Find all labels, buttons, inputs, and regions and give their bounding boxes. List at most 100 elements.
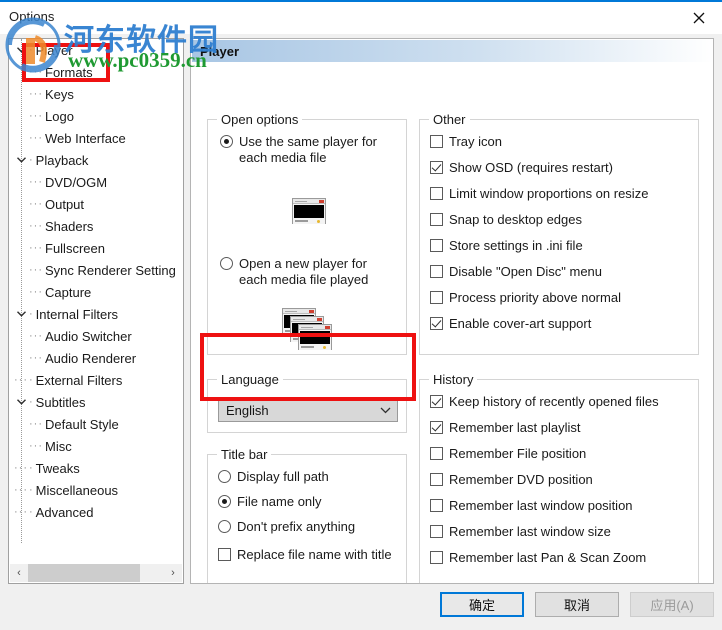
tree-item-external-filters[interactable]: ··· · External Filters [9, 369, 183, 391]
tree-connector: ··· [29, 440, 43, 452]
checkbox-indicator[interactable] [430, 447, 443, 460]
checkbox-indicator[interactable] [430, 291, 443, 304]
tree-item-output[interactable]: ··· Output [9, 193, 183, 215]
checkbox-indicator[interactable] [430, 187, 443, 200]
checkbox-indicator[interactable] [430, 395, 443, 408]
tree-item-formats[interactable]: ··· Formats [9, 61, 183, 83]
tree-item-dvd-ogm[interactable]: ··· DVD/OGM [9, 171, 183, 193]
radio-don-t-prefix-anything[interactable]: Don't prefix anything [218, 519, 398, 535]
checkbox-remember-file-position[interactable]: Remember File position [430, 446, 692, 462]
radio-indicator[interactable] [218, 520, 231, 533]
radio-open-new-player[interactable]: Open a new player for each media file pl… [220, 256, 398, 288]
checkbox-indicator[interactable] [430, 421, 443, 434]
tree-item-advanced[interactable]: ··· · Advanced [9, 501, 183, 523]
tree-connector: ··· [29, 66, 43, 78]
checkbox-label: Limit window proportions on resize [449, 186, 649, 201]
checkbox-remember-last-window-position[interactable]: Remember last window position [430, 498, 692, 514]
checkbox-show-osd-requires-restart[interactable]: Show OSD (requires restart) [430, 160, 692, 176]
checkbox-indicator[interactable] [430, 317, 443, 330]
tree-item-shaders[interactable]: ··· Shaders [9, 215, 183, 237]
window-title: Options [9, 9, 55, 24]
tree-item-sync-renderer-setting[interactable]: ··· Sync Renderer Setting [9, 259, 183, 281]
tree-item-list: · Player ··· Formats ··· Keys ··· Logo ··· Web In… [9, 39, 183, 523]
checkbox-indicator[interactable] [218, 548, 231, 561]
tree-item-misc[interactable]: ··· Misc [9, 435, 183, 457]
checkbox-disable-open-disc-menu[interactable]: Disable "Open Disc" menu [430, 264, 692, 280]
checkbox-indicator[interactable] [430, 265, 443, 278]
language-legend: Language [217, 372, 283, 387]
checkbox-limit-window-proportions-on-resize[interactable]: Limit window proportions on resize [430, 186, 692, 202]
chevron-down-icon[interactable] [13, 149, 29, 171]
chevron-down-icon[interactable] [373, 407, 397, 414]
chevron-down-icon[interactable] [13, 391, 29, 413]
tree-item-subtitles[interactable]: · Subtitles [9, 391, 183, 413]
checkbox-store-settings-in-ini-file[interactable]: Store settings in .ini file [430, 238, 692, 254]
tree-item-label: Keys [45, 86, 74, 102]
radio-display-full-path[interactable]: Display full path [218, 469, 398, 485]
chevron-down-icon[interactable] [13, 303, 29, 325]
apply-button: 应用(A) [630, 592, 714, 617]
tree-item-capture[interactable]: ··· Capture [9, 281, 183, 303]
tree-item-label: Sync Renderer Setting [45, 262, 176, 278]
checkbox-indicator[interactable] [430, 473, 443, 486]
checkbox-indicator[interactable] [430, 161, 443, 174]
tree-item-internal-filters[interactable]: · Internal Filters [9, 303, 183, 325]
radio-indicator[interactable] [218, 470, 231, 483]
scrollbar-thumb[interactable] [28, 564, 140, 582]
tree-item-keys[interactable]: ··· Keys [9, 83, 183, 105]
tree-item-logo[interactable]: ··· Logo [9, 105, 183, 127]
tree-horizontal-scrollbar[interactable]: ‹ › [10, 564, 182, 582]
open-options-group: Open options Use the same player for eac… [207, 112, 407, 355]
tree-item-playback[interactable]: · Playback [9, 149, 183, 171]
radio-label: Use the same player for each media file [239, 134, 378, 165]
checkbox-label: Process priority above normal [449, 290, 621, 305]
checkbox-keep-history-of-recently-opened-files[interactable]: Keep history of recently opened files [430, 394, 692, 410]
checkbox-indicator[interactable] [430, 525, 443, 538]
scrollbar-track[interactable] [28, 564, 164, 582]
scroll-right-arrow-icon[interactable]: › [164, 564, 182, 582]
settings-tree[interactable]: · Player ··· Formats ··· Keys ··· Logo ··· Web In… [8, 38, 184, 584]
checkbox-process-priority-above-normal[interactable]: Process priority above normal [430, 290, 692, 306]
checkbox-label: Enable cover-art support [449, 316, 592, 331]
checkbox-label: Keep history of recently opened files [449, 394, 659, 409]
tree-item-label: DVD/OGM [45, 174, 108, 190]
checkbox-indicator[interactable] [430, 239, 443, 252]
chevron-down-icon[interactable] [13, 39, 29, 61]
checkbox-indicator[interactable] [430, 213, 443, 226]
checkbox-tray-icon[interactable]: Tray icon [430, 134, 692, 150]
title-bar-legend: Title bar [217, 447, 272, 462]
tree-item-player[interactable]: · Player [9, 39, 183, 61]
checkbox-remember-dvd-position[interactable]: Remember DVD position [430, 472, 692, 488]
tree-item-fullscreen[interactable]: ··· Fullscreen [9, 237, 183, 259]
tree-connector: ··· [29, 132, 43, 144]
checkbox-label: Remember last playlist [449, 420, 581, 435]
scroll-left-arrow-icon[interactable]: ‹ [10, 564, 28, 582]
radio-indicator[interactable] [220, 257, 233, 270]
ok-button[interactable]: 确定 [440, 592, 524, 617]
tree-item-default-style[interactable]: ··· Default Style [9, 413, 183, 435]
checkbox-snap-to-desktop-edges[interactable]: Snap to desktop edges [430, 212, 692, 228]
radio-use-same-player[interactable]: Use the same player for each media file [220, 134, 398, 166]
radio-file-name-only[interactable]: File name only [218, 494, 398, 510]
language-select[interactable]: English [218, 398, 398, 422]
tree-item-tweaks[interactable]: ··· · Tweaks [9, 457, 183, 479]
checkbox-label: Remember last Pan & Scan Zoom [449, 550, 647, 565]
checkbox-enable-cover-art-support[interactable]: Enable cover-art support [430, 316, 692, 332]
cancel-button[interactable]: 取消 [535, 592, 619, 617]
tree-connector: ··· [29, 264, 43, 276]
checkbox-remember-last-playlist[interactable]: Remember last playlist [430, 420, 692, 436]
checkbox-remember-last-pan-scan-zoom[interactable]: Remember last Pan & Scan Zoom [430, 550, 692, 566]
tree-item-audio-renderer[interactable]: ··· Audio Renderer [9, 347, 183, 369]
tree-item-web-interface[interactable]: ··· Web Interface [9, 127, 183, 149]
tree-item-miscellaneous[interactable]: ··· · Miscellaneous [9, 479, 183, 501]
tree-connector: ··· [29, 418, 43, 430]
checkbox-indicator[interactable] [430, 135, 443, 148]
tree-item-audio-switcher[interactable]: ··· Audio Switcher [9, 325, 183, 347]
checkbox-indicator[interactable] [430, 499, 443, 512]
radio-indicator[interactable] [218, 495, 231, 508]
checkbox-indicator[interactable] [430, 551, 443, 564]
radio-indicator[interactable] [220, 135, 233, 148]
checkbox-replace-file-name-with-title[interactable]: Replace file name with title [218, 547, 400, 563]
checkbox-remember-last-window-size[interactable]: Remember last window size [430, 524, 692, 540]
close-icon[interactable] [676, 2, 722, 33]
